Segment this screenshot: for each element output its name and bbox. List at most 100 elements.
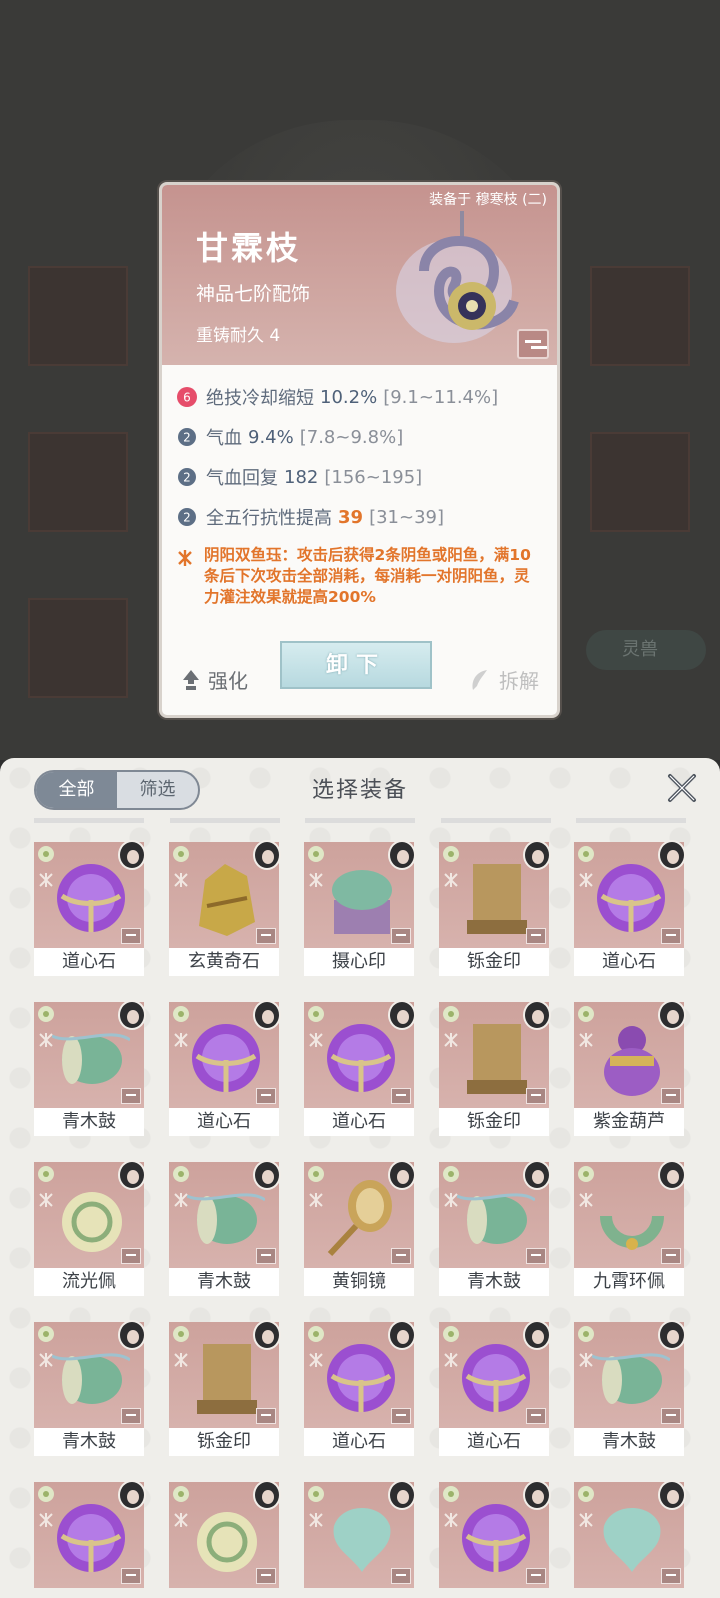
owner-avatar: [523, 1320, 551, 1350]
equipment-card[interactable]: 九霄环佩: [574, 1160, 686, 1296]
equipment-card[interactable]: [304, 1480, 416, 1598]
rune-icon: [579, 1193, 593, 1207]
slot-gear-icon: [38, 1166, 54, 1182]
card-name: 黄铜镜: [304, 1268, 414, 1296]
lock-toggle-icon[interactable]: [517, 329, 549, 359]
dismantle-button[interactable]: 拆解: [469, 665, 539, 694]
slot-gear-icon: [173, 1486, 189, 1502]
svg-text:2: 2: [183, 471, 191, 485]
item-detail-panel: 装备于 穆寒枝 (二) 甘霖枝 神品七阶配饰 重铸耐久 4 6 绝技冷却缩短 1…: [159, 182, 560, 718]
equipment-card[interactable]: 铄金印: [169, 1320, 281, 1456]
rune-icon: [309, 873, 323, 887]
stat-label: 全五行抗性提高: [206, 508, 332, 529]
close-icon[interactable]: [664, 770, 700, 806]
card-art: [439, 1480, 551, 1588]
equipment-card[interactable]: 青木鼓: [34, 1320, 146, 1456]
equipment-card[interactable]: 摄心印: [304, 840, 416, 976]
card-name: 玄黄奇石: [169, 948, 279, 976]
stat-row: 2 气血回复 182 [156~195]: [176, 457, 539, 497]
slot-gear-icon: [308, 1006, 324, 1022]
lock-icon: [121, 1568, 141, 1584]
equipment-card[interactable]: [169, 1480, 281, 1598]
owner-avatar: [253, 1480, 281, 1510]
lock-icon: [121, 1408, 141, 1424]
equipment-card[interactable]: 黄铜镜: [304, 1160, 416, 1296]
rune-icon: [444, 873, 458, 887]
equipment-card[interactable]: [34, 1480, 146, 1598]
equipment-grid: 道心石 玄黄奇石 摄心印 铄金印 道心石 青木鼓 道心石 道心石 铄金印 紫金葫芦 流光佩 青木鼓 黄铜…: [34, 840, 688, 1598]
slot-gear-icon: [308, 1486, 324, 1502]
slot-gear-icon: [173, 1006, 189, 1022]
owner-avatar: [523, 1000, 551, 1030]
rune-icon: [39, 1033, 53, 1047]
slot-gear-icon: [443, 1006, 459, 1022]
slot-gear-icon: [578, 846, 594, 862]
lock-icon: [526, 1568, 546, 1584]
card-name: 流光佩: [34, 1268, 144, 1296]
rune-icon: [174, 873, 188, 887]
item-grade: 神品七阶配饰: [196, 283, 311, 305]
rune-icon: [39, 1513, 53, 1527]
equipment-card[interactable]: 青木鼓: [574, 1320, 686, 1456]
upgrade-label: 强化: [208, 669, 248, 693]
lock-icon: [121, 1088, 141, 1104]
equipment-card[interactable]: 道心石: [574, 840, 686, 976]
dismantle-label: 拆解: [499, 669, 539, 693]
rune-icon: [39, 1353, 53, 1367]
equipment-card[interactable]: 青木鼓: [169, 1160, 281, 1296]
equipment-card[interactable]: 道心石: [304, 1000, 416, 1136]
card-name: 道心石: [439, 1428, 549, 1456]
stat-label: 气血: [206, 428, 242, 449]
slot-gear-icon: [578, 1486, 594, 1502]
upgrade-button[interactable]: 强化: [182, 665, 248, 694]
svg-text:2: 2: [183, 431, 191, 445]
card-art: [439, 1320, 551, 1428]
stat-value: 182: [284, 466, 319, 488]
seal-icon: [467, 864, 527, 934]
stat-range: [7.8~9.8%]: [299, 426, 404, 448]
equipment-card[interactable]: 流光佩: [34, 1160, 146, 1296]
lock-icon: [661, 1248, 681, 1264]
owner-avatar: [253, 1160, 281, 1190]
orb-icon: [597, 864, 665, 932]
equipment-card[interactable]: 铄金印: [439, 1000, 551, 1136]
card-art: [574, 1000, 686, 1108]
owner-avatar: [253, 1000, 281, 1030]
equipment-card[interactable]: 青木鼓: [439, 1160, 551, 1296]
equipment-card[interactable]: 青木鼓: [34, 1000, 146, 1136]
card-art: [304, 1480, 416, 1588]
equipment-card[interactable]: 玄黄奇石: [169, 840, 281, 976]
card-name: 青木鼓: [574, 1428, 684, 1456]
equipment-card[interactable]: 铄金印: [439, 840, 551, 976]
equipment-card[interactable]: 紫金葫芦: [574, 1000, 686, 1136]
equipment-card[interactable]: 道心石: [304, 1320, 416, 1456]
orb-icon: [462, 1344, 530, 1412]
rune-icon: [309, 1033, 323, 1047]
equipment-card[interactable]: [574, 1480, 686, 1598]
lock-icon: [391, 1088, 411, 1104]
drum-icon: [187, 1193, 265, 1244]
card-art: [304, 1160, 416, 1268]
jade-icon: [333, 1508, 391, 1572]
lock-icon: [526, 1408, 546, 1424]
slot-gear-icon: [443, 846, 459, 862]
orb-icon: [327, 1024, 395, 1092]
equipment-card[interactable]: 道心石: [169, 1000, 281, 1136]
owner-avatar: [523, 1160, 551, 1190]
equipment-card[interactable]: 道心石: [439, 1320, 551, 1456]
slot-gear-icon: [308, 846, 324, 862]
card-art: [304, 1000, 416, 1108]
unequip-button[interactable]: 卸下: [280, 641, 432, 689]
equipment-card[interactable]: 道心石: [34, 840, 146, 976]
stat-label: 气血回复: [206, 468, 278, 489]
card-art: [574, 1160, 686, 1268]
card-name: 铄金印: [439, 948, 549, 976]
slot-gear-icon: [173, 846, 189, 862]
equipment-card[interactable]: [439, 1480, 551, 1598]
blue-gem-icon: 2: [176, 466, 198, 488]
card-name: 青木鼓: [439, 1268, 549, 1296]
lock-icon: [391, 1248, 411, 1264]
spirit-beast-button: 灵兽: [586, 630, 706, 670]
orb-icon: [57, 1504, 125, 1572]
owner-avatar: [658, 1480, 686, 1510]
